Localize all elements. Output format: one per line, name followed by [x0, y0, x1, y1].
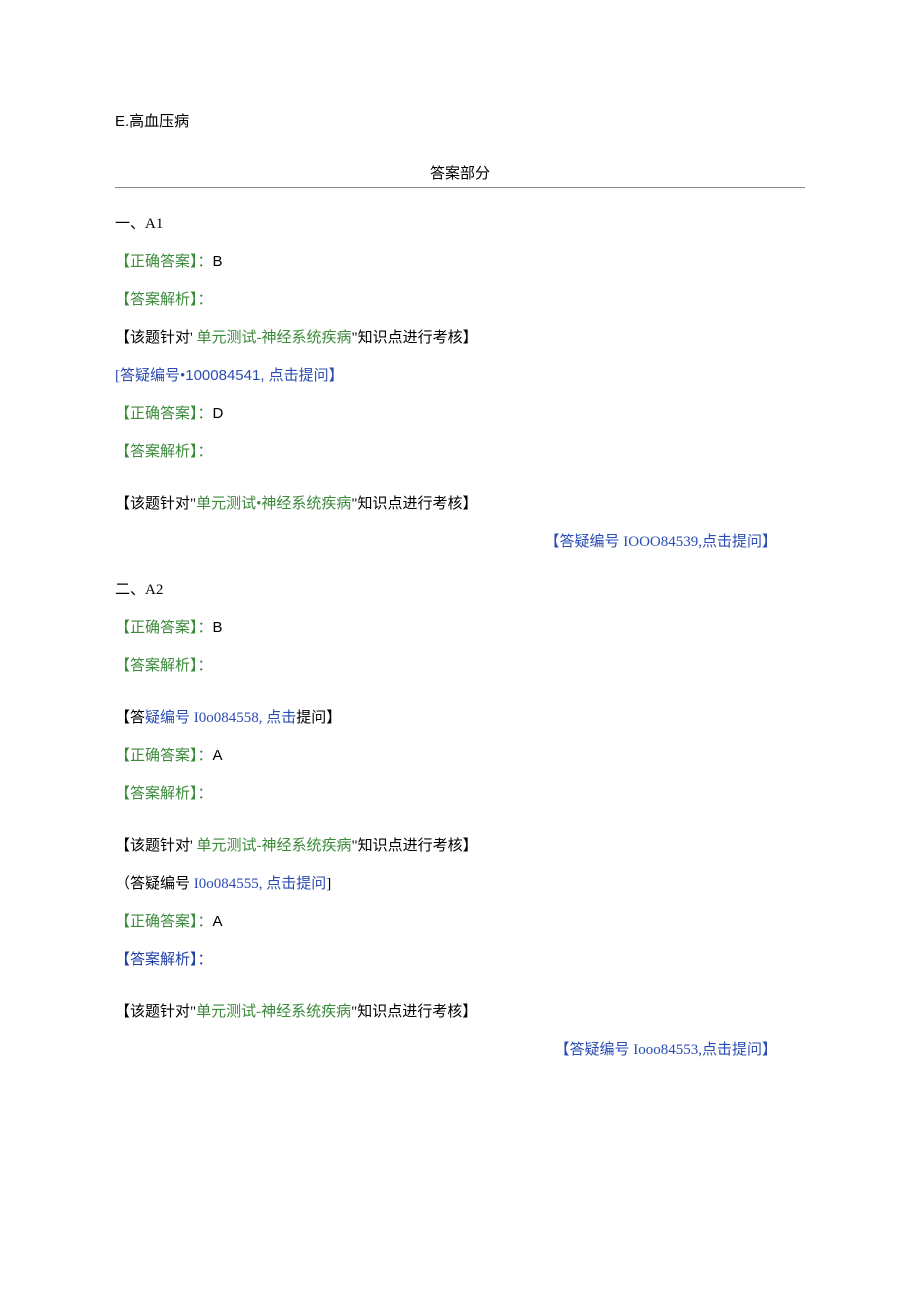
- knowledge-topic: 单元测试•神经系统疾病: [196, 496, 351, 512]
- ref-suffix: ]: [326, 876, 331, 892]
- value-correct-answer: B: [213, 619, 223, 636]
- section-2-label: 二、A2: [115, 578, 805, 602]
- value-correct-answer: B: [213, 253, 223, 270]
- s1q2-correct-answer: 【正确答案】：D: [115, 402, 805, 426]
- s2q3-ref[interactable]: 【答疑编号 Iooo84553,点击提问】: [115, 1038, 805, 1062]
- knowledge-suffix: "知识点进行考核】: [351, 330, 477, 346]
- knowledge-topic: 单元测试-神经系统疾病: [196, 1004, 351, 1020]
- s1q1-knowledge: 【该题针对' 单元测试-神经系统疾病"知识点进行考核】: [115, 326, 805, 350]
- s2q1-correct-answer: 【正确答案】：B: [115, 616, 805, 640]
- s2q1-ref[interactable]: 【答疑编号 I0o084558, 点击提问】: [115, 706, 805, 730]
- label-correct-answer: 【正确答案】：: [115, 748, 213, 764]
- value-correct-answer: A: [213, 747, 223, 764]
- knowledge-prefix: 【该题针对': [115, 330, 193, 346]
- s2q1-analysis-label: 【答案解析】：: [115, 654, 805, 678]
- s1q1-ref[interactable]: [答疑编号•100084541, 点击提问】: [115, 364, 805, 388]
- section-1-label: 一、A1: [115, 212, 805, 236]
- answers-section-title: 答案部分: [115, 162, 805, 183]
- label-correct-answer: 【正确答案】：: [115, 914, 213, 930]
- ref-id: I0o084555, 点击提问: [194, 876, 327, 892]
- s1q2-knowledge: 【该题针对"单元测试•神经系统疾病"知识点进行考核】: [115, 492, 805, 516]
- knowledge-prefix: 【该题针对": [115, 496, 196, 512]
- ref-middle: 疑编号 I0o084558, 点击: [145, 710, 296, 726]
- knowledge-prefix: 【该题针对": [115, 1004, 196, 1020]
- label-correct-answer: 【正确答案】：: [115, 620, 213, 636]
- ref-prefix: （答疑编号: [115, 876, 194, 892]
- knowledge-suffix: "知识点进行考核】: [351, 496, 477, 512]
- label-correct-answer: 【正确答案】：: [115, 406, 213, 422]
- s2q2-ref[interactable]: （答疑编号 I0o084555, 点击提问]: [115, 872, 805, 896]
- s2q3-knowledge: 【该题针对"单元测试-神经系统疾病"知识点进行考核】: [115, 1000, 805, 1024]
- s1q2-analysis-label: 【答案解析】：: [115, 440, 805, 464]
- value-correct-answer: D: [213, 405, 224, 422]
- knowledge-topic: 单元测试-神经系统疾病: [193, 838, 352, 854]
- s2q2-knowledge: 【该题针对' 单元测试-神经系统疾病"知识点进行考核】: [115, 834, 805, 858]
- label-correct-answer: 【正确答案】：: [115, 254, 213, 270]
- s1q1-correct-answer: 【正确答案】：B: [115, 250, 805, 274]
- knowledge-topic: 单元测试-神经系统疾病: [193, 330, 352, 346]
- option-e: E.高血压病: [115, 110, 805, 134]
- knowledge-prefix: 【该题针对': [115, 838, 193, 854]
- ref-suffix: 提问】: [296, 710, 341, 726]
- ref-prefix: [答疑编号•: [115, 368, 185, 384]
- knowledge-suffix: "知识点进行考核】: [351, 1004, 477, 1020]
- s2q3-correct-answer: 【正确答案】：A: [115, 910, 805, 934]
- s2q2-analysis-label: 【答案解析】：: [115, 782, 805, 806]
- ref-suffix: 】: [329, 368, 344, 384]
- knowledge-suffix: "知识点进行考核】: [351, 838, 477, 854]
- s2q3-analysis-label: 【答案解析】：: [115, 948, 805, 972]
- ref-prefix: 【答: [115, 710, 145, 726]
- ref-id: 100084541, 点击提问: [185, 367, 328, 384]
- s2q2-correct-answer: 【正确答案】：A: [115, 744, 805, 768]
- s1q2-ref[interactable]: 【答疑编号 IOOO84539,点击提问】: [115, 530, 805, 554]
- divider: [115, 187, 805, 188]
- s1q1-analysis-label: 【答案解析】：: [115, 288, 805, 312]
- value-correct-answer: A: [213, 913, 223, 930]
